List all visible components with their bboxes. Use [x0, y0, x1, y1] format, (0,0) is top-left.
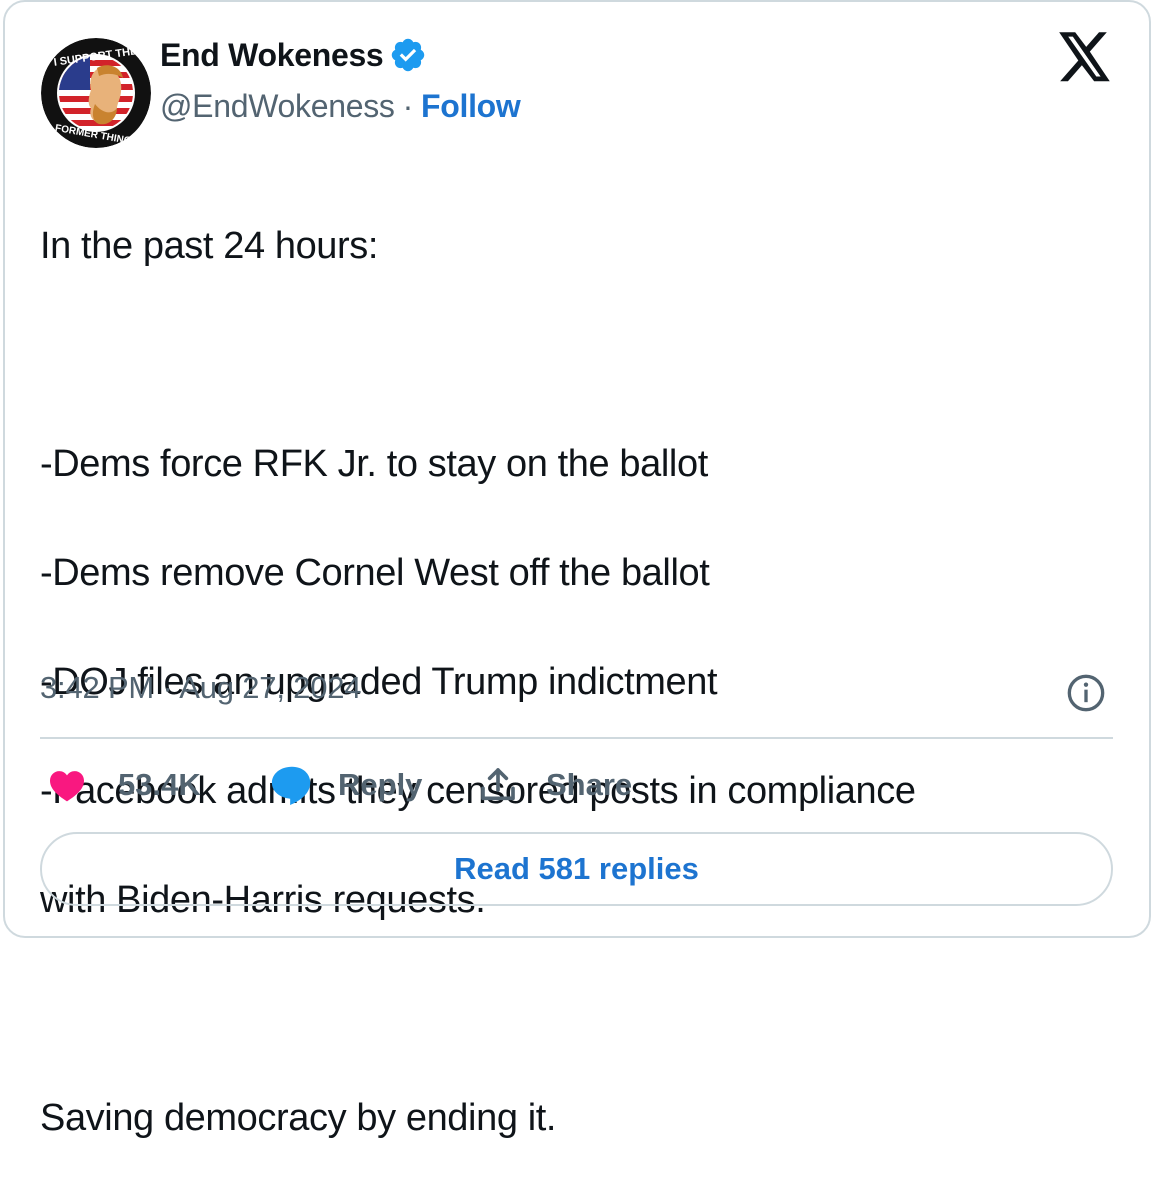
author-handle-row: @EndWokeness · Follow [160, 88, 521, 125]
reply-label: Reply [338, 767, 423, 802]
read-replies-label: Read 581 replies [454, 851, 699, 886]
verified-badge-icon [392, 38, 425, 72]
tweet-timestamp[interactable]: 3:42 PM · Aug 27, 2024 [40, 670, 362, 706]
x-logo-icon[interactable] [1058, 32, 1112, 82]
author-name-row[interactable]: End Wokeness [160, 36, 427, 74]
author-handle[interactable]: @EndWokeness [160, 88, 395, 124]
tweet-line-blank [40, 328, 1120, 383]
likes-count: 53.4K [118, 767, 201, 802]
like-button[interactable]: 53.4K [48, 762, 201, 808]
tweet-line: -Dems remove Cornel West off the ballot [40, 551, 710, 594]
reply-bubble-icon [271, 766, 311, 806]
tweet-line: -Dems force RFK Jr. to stay on the ballo… [40, 442, 708, 485]
reply-button[interactable]: Reply [270, 762, 422, 808]
share-label: Share [546, 767, 633, 802]
tweet-line: In the past 24 hours: [40, 224, 379, 267]
author-avatar[interactable]: I SUPPORT THE FORMER THINGS [41, 38, 151, 148]
tweet-line: Saving democracy by ending it. [40, 1096, 557, 1139]
divider [40, 737, 1113, 739]
tweet-line-blank [40, 982, 1120, 1037]
share-icon [481, 768, 515, 801]
follow-button[interactable]: Follow [421, 88, 521, 124]
heart-icon [50, 771, 84, 802]
info-icon[interactable] [1066, 673, 1106, 713]
avatar-image: I SUPPORT THE FORMER THINGS [41, 38, 151, 148]
share-button[interactable]: Share [478, 762, 632, 808]
read-replies-button[interactable]: Read 581 replies [40, 832, 1113, 906]
separator-dot: · [402, 88, 414, 124]
author-name[interactable]: End Wokeness [160, 37, 384, 74]
